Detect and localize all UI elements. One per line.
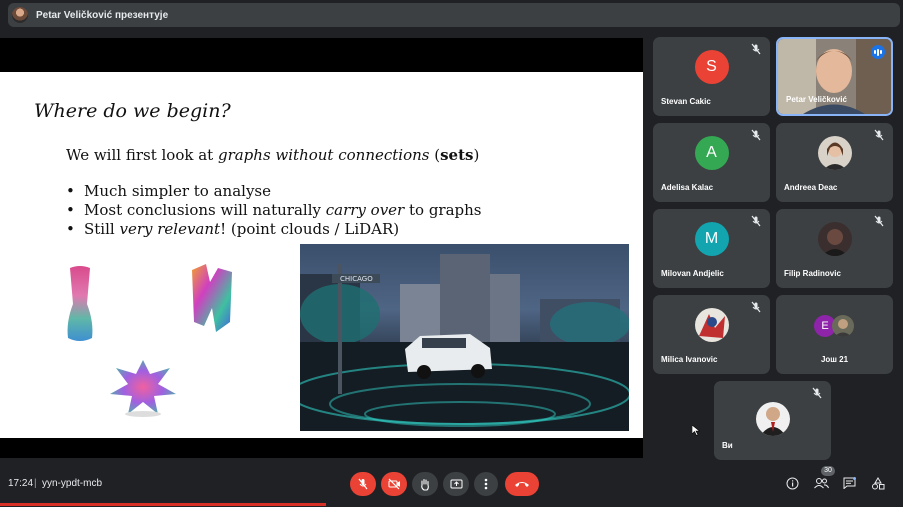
activities-icon <box>872 476 885 489</box>
hang-up-icon <box>515 482 529 487</box>
slide-lead: We will first look at graphs without con… <box>66 146 480 164</box>
participant-tile-milovan[interactable]: M Milovan Andjelic <box>653 209 770 288</box>
presenter-banner[interactable]: Petar Veličković презентује <box>8 3 900 27</box>
meeting-details-button[interactable] <box>783 474 801 492</box>
participant-name: Milica Ivanovic <box>661 355 718 364</box>
participant-tile-more[interactable]: E Још 21 <box>776 295 893 374</box>
slide-title: Where do we begin? <box>34 100 231 122</box>
avatar: M <box>694 222 729 257</box>
present-now-button[interactable] <box>443 472 469 496</box>
presentation-slide: Where do we begin? We will first look at… <box>0 72 643 438</box>
mic-off-icon <box>812 387 822 399</box>
hand-icon <box>421 478 429 491</box>
mic-off-icon <box>874 129 884 141</box>
avatar <box>832 315 854 337</box>
participant-name: Stevan Cakic <box>661 97 711 106</box>
lidar-street-photo: CHICAGO <box>300 244 629 431</box>
participant-tile-andreea[interactable]: Andreea Deac <box>776 123 893 202</box>
bullet-1: Much simpler to analyse <box>66 182 482 201</box>
divider: | <box>34 478 37 489</box>
mic-off-icon <box>751 215 761 227</box>
call-controls-bar: 17:24 | yyn-ypdt-mcb <box>0 460 903 507</box>
toggle-camera-button[interactable] <box>381 472 407 496</box>
toggle-mic-button[interactable] <box>350 472 376 496</box>
participant-name: Andreea Deac <box>784 183 838 192</box>
participant-name: Filip Radinovic <box>784 269 841 278</box>
people-icon <box>813 478 829 489</box>
mouse-cursor-icon <box>692 425 700 436</box>
activities-button[interactable] <box>869 474 887 492</box>
meeting-code[interactable]: yyn-ypdt-mcb <box>42 478 102 489</box>
bullet-2: Most conclusions will naturally carry ov… <box>66 201 482 220</box>
participant-tile-petar[interactable]: Petar Veličković <box>776 37 893 116</box>
participant-name: Ви <box>722 441 733 450</box>
avatar <box>817 222 852 257</box>
mic-off-icon <box>751 301 761 313</box>
participant-name: Adelisa Kalac <box>661 183 714 192</box>
more-participants-label: Још 21 <box>820 355 849 364</box>
bullet-3: Still very relevant! (point clouds / LiD… <box>66 220 482 239</box>
participant-name: Petar Veličković <box>786 95 847 104</box>
speaking-indicator-icon <box>871 45 885 59</box>
avatar: S <box>694 50 729 85</box>
avatar <box>755 401 790 436</box>
participant-name: Milovan Andjelic <box>661 269 724 278</box>
more-options-button[interactable] <box>474 472 498 496</box>
avatar: A <box>694 136 729 171</box>
point-cloud-object-image <box>192 264 232 332</box>
participant-tile-filip[interactable]: Filip Radinovic <box>776 209 893 288</box>
progress-line <box>0 503 326 506</box>
chat-icon <box>843 477 856 489</box>
info-icon <box>786 477 798 489</box>
lead-prefix: We will first look at <box>66 146 218 164</box>
people-count-badge: 30 <box>821 466 835 476</box>
participant-tile-adelisa[interactable]: A Adelisa Kalac <box>653 123 770 202</box>
participant-tile-stevan[interactable]: S Stevan Cakic <box>653 37 770 116</box>
point-cloud-plant-image <box>110 360 176 417</box>
clock-time: 17:24 <box>8 478 34 489</box>
camera-off-icon <box>388 478 400 490</box>
more-vert-icon <box>484 478 488 490</box>
present-screen-icon <box>450 479 462 488</box>
top-bar: Petar Veličković презентује <box>0 0 903 30</box>
point-cloud-vase-image <box>67 266 93 341</box>
mic-off-icon <box>874 215 884 227</box>
presenter-avatar <box>12 7 28 23</box>
avatar <box>694 308 729 343</box>
lead-italic: graphs without connections <box>217 146 430 164</box>
mic-off-icon <box>751 43 761 55</box>
self-view-tile[interactable]: Ви <box>714 381 831 460</box>
mic-off-icon <box>751 129 761 141</box>
slide-bullets: Much simpler to analyse Most conclusions… <box>66 182 482 239</box>
participant-tile-milica[interactable]: Milica Ivanovic <box>653 295 770 374</box>
chat-button[interactable] <box>840 474 858 492</box>
mic-off-icon <box>358 478 368 490</box>
people-button[interactable] <box>812 474 830 492</box>
leave-call-button[interactable] <box>505 472 539 496</box>
avatar <box>817 136 852 171</box>
raise-hand-button[interactable] <box>412 472 438 496</box>
street-sign-text: CHICAGO <box>340 275 373 283</box>
presenter-label: Petar Veličković презентује <box>36 9 169 21</box>
lead-bold: sets <box>440 146 474 164</box>
shared-screen: Where do we begin? We will first look at… <box>0 38 643 458</box>
